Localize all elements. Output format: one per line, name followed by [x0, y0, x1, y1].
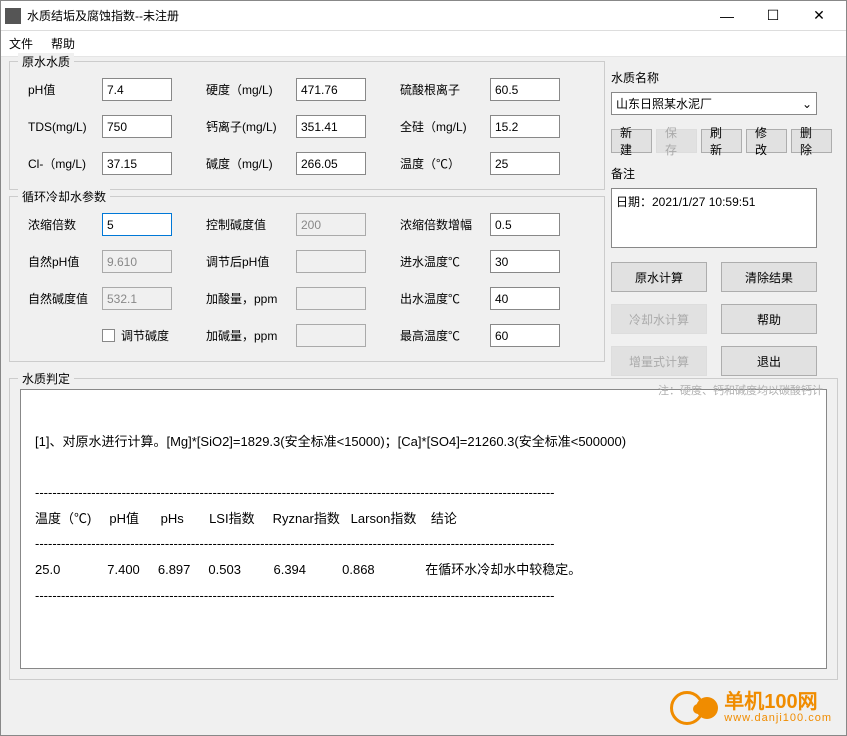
result-note: 注：硬度、钙和碱度均以碳酸钙计: [658, 382, 823, 398]
checkbox-icon: [102, 329, 115, 342]
titlebar: 水质结垢及腐蚀指数--未注册 — ☐ ✕: [1, 1, 846, 31]
acid-input: [296, 287, 366, 310]
alk-label: 碱度（mg/L): [206, 155, 298, 172]
menu-help[interactable]: 帮助: [51, 35, 75, 52]
ctrlalk-input: [296, 213, 366, 236]
tout-label: 出水温度℃: [400, 290, 492, 307]
si-input[interactable]: [490, 115, 560, 138]
tin-input[interactable]: [490, 250, 560, 273]
refresh-button[interactable]: 刷新: [701, 129, 742, 153]
menubar: 文件 帮助: [1, 31, 846, 57]
base-label: 加碱量，ppm: [206, 327, 298, 344]
app-icon: [5, 8, 21, 24]
inc-calc-button: 增量式计算: [611, 346, 707, 376]
raw-water-legend: 原水水质: [18, 53, 74, 70]
conc-input[interactable]: [102, 213, 172, 236]
ca-label: 钙离子(mg/L): [206, 118, 298, 135]
tds-input[interactable]: [102, 115, 172, 138]
window-title: 水质结垢及腐蚀指数--未注册: [27, 7, 704, 24]
natalk-label: 自然碱度值: [24, 290, 102, 307]
result-textarea[interactable]: [1]、对原水进行计算。[Mg]*[SiO2]=1829.3(安全标准<1500…: [20, 389, 827, 669]
edit-button[interactable]: 修改: [746, 129, 787, 153]
result-content: [1]、对原水进行计算。[Mg]*[SiO2]=1829.3(安全标准<1500…: [35, 434, 626, 603]
raw-water-group: 原水水质 pH值 硬度（mg/L) 硫酸根离子 TDS(mg/L) 钙离子: [9, 61, 605, 190]
water-name-value: 山东日照某水泥厂: [616, 95, 712, 112]
tds-label: TDS(mg/L): [24, 120, 102, 134]
delete-button[interactable]: 删除: [791, 129, 832, 153]
tin-label: 进水温度℃: [400, 253, 492, 270]
minimize-icon[interactable]: —: [704, 1, 750, 31]
tout-input[interactable]: [490, 287, 560, 310]
conc-label: 浓缩倍数: [24, 216, 102, 233]
concinc-input[interactable]: [490, 213, 560, 236]
maximize-icon[interactable]: ☐: [750, 1, 796, 31]
watermark-sub: www.danji100.com: [724, 712, 832, 724]
si-label: 全硅（mg/L): [400, 118, 492, 135]
ph-label: pH值: [24, 81, 102, 98]
sulfate-label: 硫酸根离子: [400, 81, 492, 98]
sulfate-input[interactable]: [490, 78, 560, 101]
help-button[interactable]: 帮助: [721, 304, 817, 334]
chevron-down-icon: ⌄: [802, 97, 812, 111]
clear-result-button[interactable]: 清除结果: [721, 262, 817, 292]
result-legend: 水质判定: [18, 370, 74, 387]
right-panel: 水质名称 山东日照某水泥厂 ⌄ 新建 保存 刷新 修改 删除 备注 日期：202…: [605, 61, 838, 376]
concinc-label: 浓缩倍数增幅: [400, 216, 492, 233]
tmax-label: 最高温度℃: [400, 327, 492, 344]
cl-label: Cl-（mg/L): [24, 155, 102, 172]
app-window: 水质结垢及腐蚀指数--未注册 — ☐ ✕ 文件 帮助 原水水质 pH值 硬度（m…: [0, 0, 847, 736]
natalk-input: [102, 287, 172, 310]
cooling-water-legend: 循环冷却水参数: [18, 188, 110, 205]
adjalk-label: 调节碱度: [121, 327, 169, 344]
ph-input[interactable]: [102, 78, 172, 101]
menu-file[interactable]: 文件: [9, 35, 33, 52]
hardness-label: 硬度（mg/L): [206, 81, 298, 98]
tmax-input[interactable]: [490, 324, 560, 347]
natph-label: 自然pH值: [24, 253, 102, 270]
remark-text: 日期：2021/1/27 10:59:51: [616, 195, 755, 209]
adjalk-checkbox[interactable]: 调节碱度: [102, 327, 176, 344]
save-button: 保存: [656, 129, 697, 153]
remark-label: 备注: [611, 165, 832, 182]
temp-input[interactable]: [490, 152, 560, 175]
new-button[interactable]: 新建: [611, 129, 652, 153]
exit-button[interactable]: 退出: [721, 346, 817, 376]
acid-label: 加酸量，ppm: [206, 290, 298, 307]
ctrlalk-label: 控制碱度值: [206, 216, 298, 233]
remark-textarea[interactable]: 日期：2021/1/27 10:59:51: [611, 188, 817, 248]
close-icon[interactable]: ✕: [796, 1, 842, 31]
result-group: 水质判定 注：硬度、钙和碱度均以碳酸钙计 [1]、对原水进行计算。[Mg]*[S…: [9, 378, 838, 680]
natph-input: [102, 250, 172, 273]
temp-label: 温度（℃）: [400, 155, 492, 172]
watermark-text: 单机100网: [724, 692, 832, 712]
raw-calc-button[interactable]: 原水计算: [611, 262, 707, 292]
content: 原水水质 pH值 硬度（mg/L) 硫酸根离子 TDS(mg/L) 钙离子: [1, 57, 846, 688]
cl-input[interactable]: [102, 152, 172, 175]
water-name-label: 水质名称: [611, 69, 832, 86]
watermark: 单机100网 www.danji100.com: [670, 691, 832, 725]
alk-input[interactable]: [296, 152, 366, 175]
base-input: [296, 324, 366, 347]
adjph-label: 调节后pH值: [206, 253, 298, 270]
cooling-water-group: 循环冷却水参数 浓缩倍数 控制碱度值 浓缩倍数增幅 自然pH值 调节后pH: [9, 196, 605, 362]
ca-input[interactable]: [296, 115, 366, 138]
water-name-select[interactable]: 山东日照某水泥厂 ⌄: [611, 92, 817, 115]
watermark-icon: [670, 691, 704, 725]
cool-calc-button: 冷却水计算: [611, 304, 707, 334]
hardness-input[interactable]: [296, 78, 366, 101]
adjph-input: [296, 250, 366, 273]
